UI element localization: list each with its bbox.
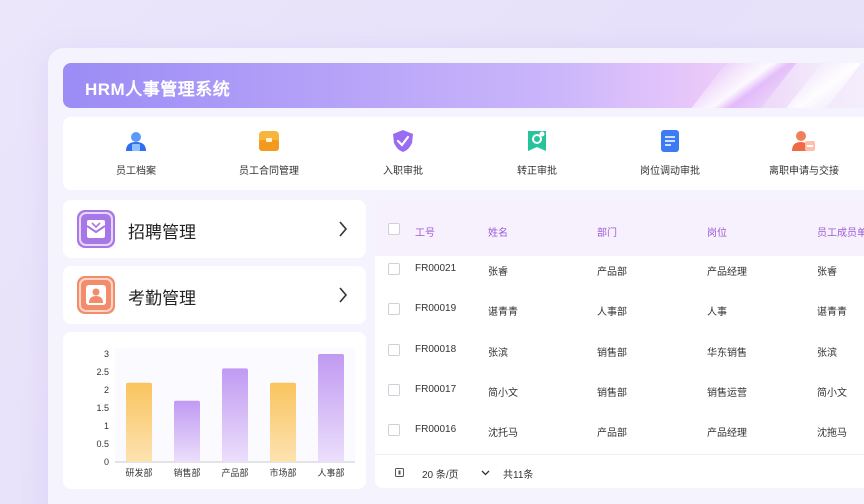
select-all-checkbox[interactable] bbox=[388, 223, 400, 235]
x-tick-label: 销售部 bbox=[173, 467, 200, 478]
quick-item-employee-file[interactable]: 员工档案 bbox=[71, 129, 201, 177]
cell-member: 沈拖马 bbox=[817, 428, 847, 439]
y-tick-label: 0 bbox=[104, 457, 109, 467]
cell-id: FR00021 bbox=[415, 263, 457, 274]
regularization-icon bbox=[525, 129, 549, 153]
total-count: 共11条 bbox=[503, 470, 534, 481]
quick-item-label: 入职审批 bbox=[383, 166, 423, 177]
quick-item-label: 转正审批 bbox=[517, 166, 557, 177]
column-header-id[interactable]: 工号 bbox=[415, 224, 435, 239]
cell-position: 华东销售 bbox=[707, 348, 747, 359]
chevron-right-icon[interactable] bbox=[338, 220, 348, 238]
quick-item-resignation[interactable]: 离职申请与交接 bbox=[739, 129, 864, 177]
cell-department: 销售部 bbox=[597, 388, 627, 399]
table-row[interactable]: FR00021 张睿 产品部 产品经理 张睿 bbox=[375, 254, 864, 294]
resignation-icon bbox=[792, 129, 816, 153]
cell-department: 产品部 bbox=[597, 267, 627, 278]
department-chart-panel: 0 0.5 1 1.5 2 2.5 3 研发部 销售部 产品部 市场部 人事部 bbox=[63, 332, 366, 489]
row-checkbox[interactable] bbox=[388, 344, 400, 356]
cell-id: FR00017 bbox=[415, 384, 457, 395]
recruit-card-title: 招聘管理 bbox=[128, 223, 196, 242]
transfer-doc-icon bbox=[658, 129, 682, 153]
cell-name: 谌青青 bbox=[488, 307, 518, 318]
cell-member: 张滨 bbox=[817, 348, 837, 359]
quick-item-onboarding[interactable]: 入职审批 bbox=[338, 129, 468, 177]
bar-市场部[interactable] bbox=[270, 382, 296, 462]
cell-id: FR00019 bbox=[415, 303, 457, 314]
app-header: HRM人事管理系统 bbox=[63, 63, 864, 108]
cell-name: 简小文 bbox=[488, 388, 518, 399]
column-header-department[interactable]: 部门 bbox=[597, 224, 617, 239]
app-title: HRM人事管理系统 bbox=[85, 80, 231, 99]
cell-department: 人事部 bbox=[597, 307, 627, 318]
cell-position: 人事 bbox=[707, 307, 727, 318]
page-indicator-icon[interactable] bbox=[395, 468, 404, 477]
chevron-down-icon bbox=[481, 470, 490, 476]
cell-name: 张睿 bbox=[488, 267, 508, 278]
quick-item-label: 离职申请与交接 bbox=[769, 166, 839, 177]
cell-department: 销售部 bbox=[597, 348, 627, 359]
page-size-value: 20 条/页 bbox=[422, 470, 459, 481]
contract-icon bbox=[257, 129, 281, 153]
column-header-member[interactable]: 员工成员单 bbox=[817, 224, 864, 239]
column-header-name[interactable]: 姓名 bbox=[488, 224, 508, 239]
department-bar-chart: 0 0.5 1 1.5 2 2.5 3 研发部 销售部 产品部 市场部 人事部 bbox=[96, 348, 355, 478]
quick-menu: 员工档案 员工合同管理 入职审批 转正审批 岗位调动审批 离职申请与交接 bbox=[63, 117, 864, 190]
quick-item-label: 员工合同管理 bbox=[239, 166, 299, 177]
attendance-person-icon bbox=[77, 276, 115, 314]
quick-item-label: 岗位调动审批 bbox=[640, 166, 700, 177]
cell-member: 简小文 bbox=[817, 388, 847, 399]
attendance-card[interactable]: 考勤管理 bbox=[63, 266, 366, 324]
attendance-card-title: 考勤管理 bbox=[128, 289, 196, 308]
cell-position: 产品经理 bbox=[707, 428, 747, 439]
cell-member: 张睿 bbox=[817, 267, 837, 278]
chevron-right-icon[interactable] bbox=[338, 286, 348, 304]
cell-id: FR00018 bbox=[415, 344, 457, 355]
row-checkbox[interactable] bbox=[388, 263, 400, 275]
table-row[interactable]: FR00016 沈托马 产品部 产品经理 沈拖马 bbox=[375, 415, 864, 455]
cell-id: FR00016 bbox=[415, 424, 457, 435]
cell-name: 沈托马 bbox=[488, 428, 518, 439]
y-tick-label: 1 bbox=[104, 421, 109, 431]
bar-人事部[interactable] bbox=[318, 354, 344, 462]
cell-department: 产品部 bbox=[597, 428, 627, 439]
recruit-envelope-icon bbox=[77, 210, 115, 248]
cell-position: 销售运营 bbox=[707, 388, 747, 399]
x-tick-label: 市场部 bbox=[269, 467, 296, 478]
cell-position: 产品经理 bbox=[707, 267, 747, 278]
quick-item-regularization[interactable]: 转正审批 bbox=[472, 129, 602, 177]
bar-销售部[interactable] bbox=[174, 400, 200, 462]
quick-item-transfer[interactable]: 岗位调动审批 bbox=[605, 129, 735, 177]
table-row[interactable]: FR00019 谌青青 人事部 人事 谌青青 bbox=[375, 294, 864, 334]
cell-member: 谌青青 bbox=[817, 307, 847, 318]
y-tick-label: 2.5 bbox=[96, 367, 109, 377]
recruit-card[interactable]: 招聘管理 bbox=[63, 200, 366, 258]
onboarding-shield-icon bbox=[391, 129, 415, 153]
y-tick-label: 2 bbox=[104, 385, 109, 395]
y-tick-label: 1.5 bbox=[96, 403, 109, 413]
x-tick-label: 人事部 bbox=[317, 467, 344, 478]
row-checkbox[interactable] bbox=[388, 384, 400, 396]
table-header: 工号 姓名 部门 岗位 员工成员单 bbox=[375, 200, 864, 256]
table-row[interactable]: FR00017 简小文 销售部 销售运营 简小文 bbox=[375, 375, 864, 415]
pagination-bar: 20 条/页 共11条 bbox=[375, 454, 864, 488]
y-tick-label: 0.5 bbox=[96, 439, 109, 449]
bar-研发部[interactable] bbox=[126, 382, 152, 462]
cell-name: 张滨 bbox=[488, 348, 508, 359]
column-header-position[interactable]: 岗位 bbox=[707, 224, 727, 239]
quick-item-label: 员工档案 bbox=[116, 166, 156, 177]
employee-file-icon bbox=[124, 129, 148, 153]
row-checkbox[interactable] bbox=[388, 424, 400, 436]
x-tick-label: 产品部 bbox=[221, 467, 248, 478]
page-size-select[interactable]: 20 条/页 bbox=[411, 462, 493, 484]
bar-产品部[interactable] bbox=[222, 368, 248, 462]
y-tick-label: 3 bbox=[104, 349, 109, 359]
row-checkbox[interactable] bbox=[388, 303, 400, 315]
x-tick-label: 研发部 bbox=[125, 467, 152, 478]
quick-item-contract[interactable]: 员工合同管理 bbox=[204, 129, 334, 177]
employee-table: 工号 姓名 部门 岗位 员工成员单 FR00021 张睿 产品部 产品经理 张睿… bbox=[375, 200, 864, 488]
header-decoration bbox=[671, 63, 805, 108]
table-row[interactable]: FR00018 张滨 销售部 华东销售 张滨 bbox=[375, 335, 864, 375]
